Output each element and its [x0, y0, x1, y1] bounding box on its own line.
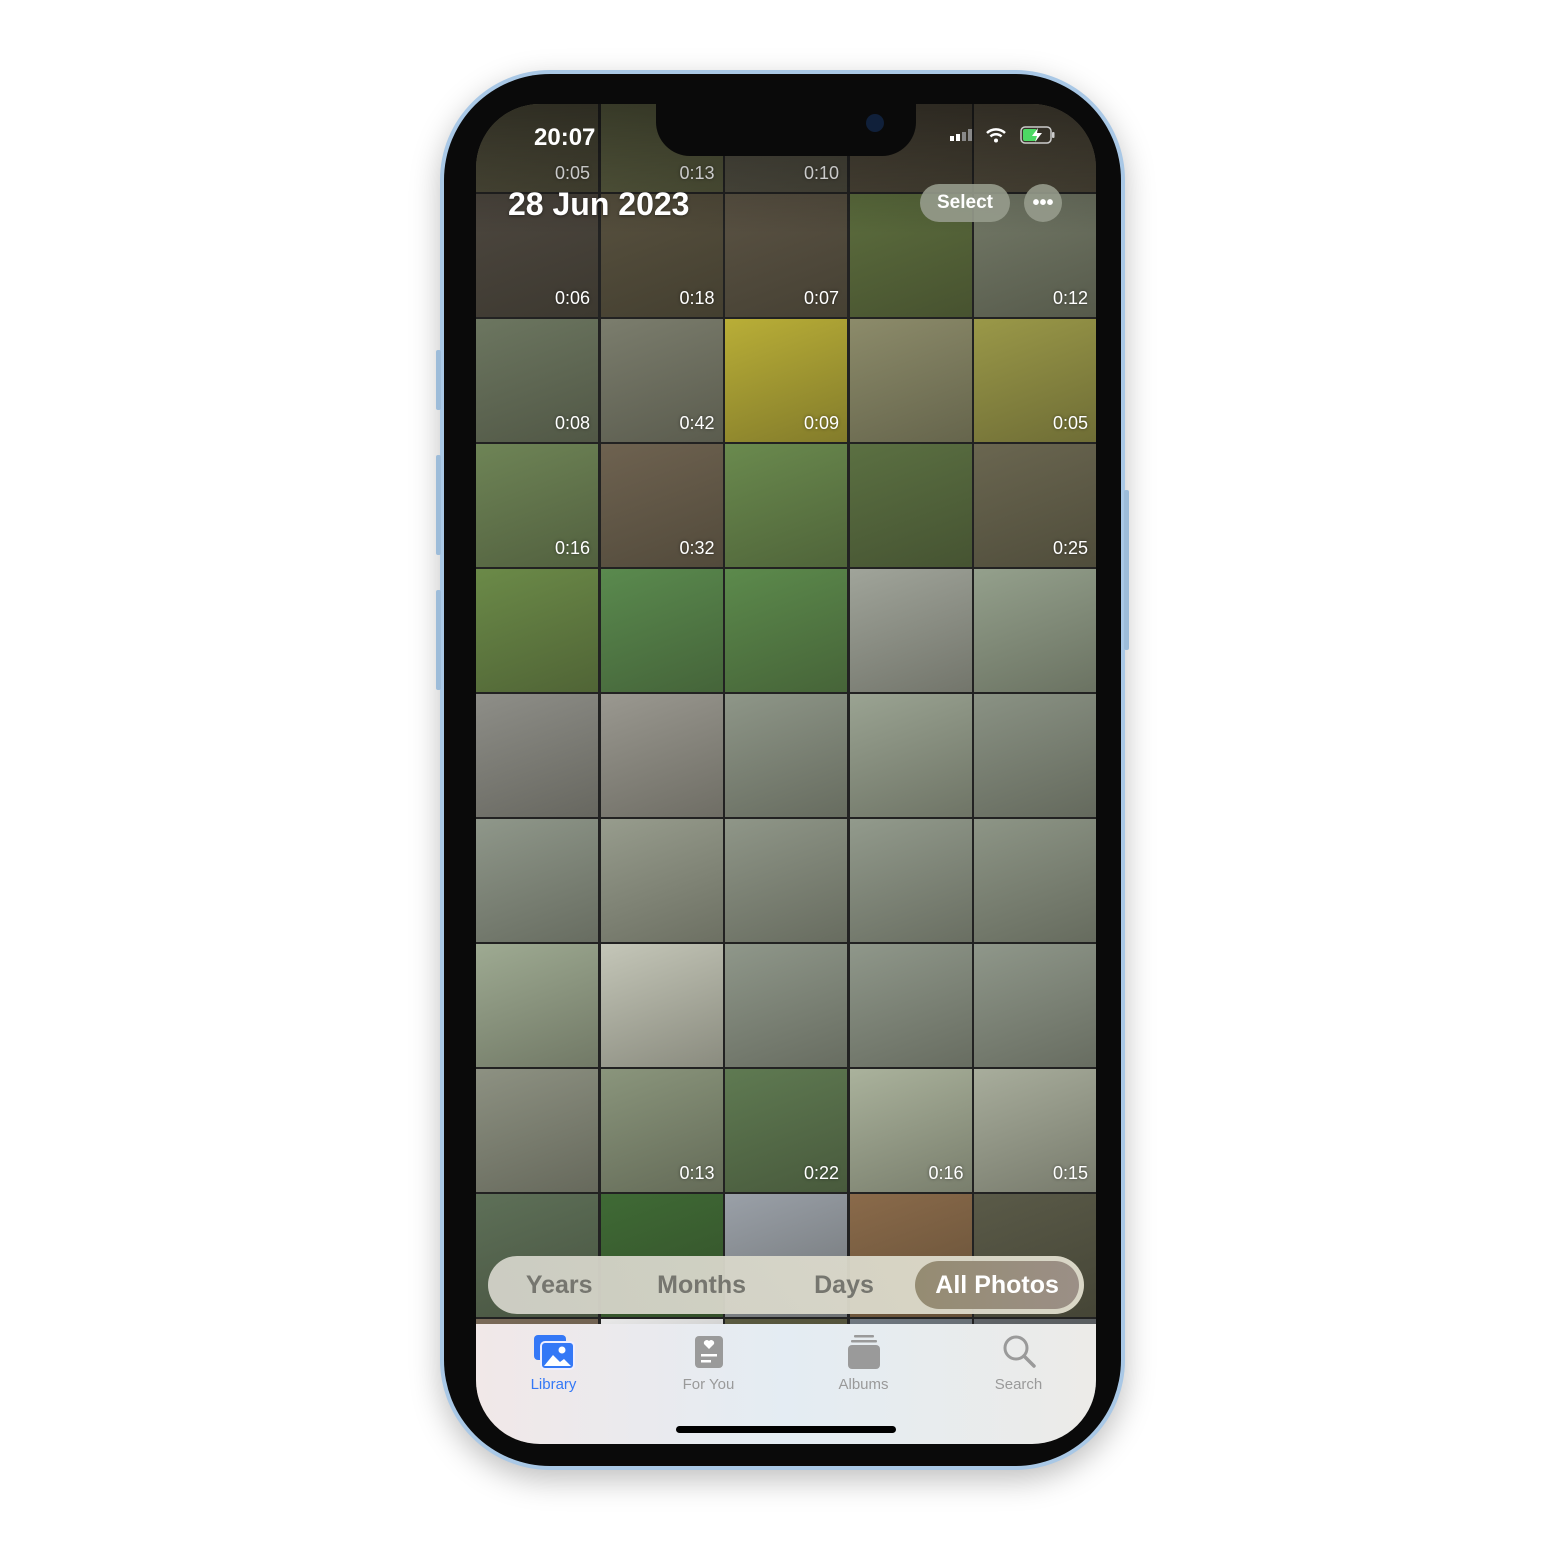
video-thumbnail[interactable]: 0:25 [974, 444, 1096, 567]
tab-label: Library [530, 1376, 577, 1393]
bezel: 0:050:130:100:060:180:070:120:080:420:09… [444, 74, 1121, 1466]
video-thumbnail[interactable]: 0:22 [725, 1069, 847, 1192]
video-thumbnail[interactable]: 0:05 [974, 319, 1096, 442]
video-duration: 0:06 [554, 287, 590, 308]
photo-thumbnail[interactable] [476, 569, 598, 692]
photo-thumbnail[interactable] [974, 819, 1096, 942]
video-duration: 0:18 [679, 287, 715, 308]
video-thumbnail[interactable]: 0:08 [476, 319, 598, 442]
photo-thumbnail[interactable] [600, 569, 723, 692]
grid-row: 0:16 0:32 0:25 [476, 444, 1096, 567]
view-days[interactable]: Days [773, 1271, 915, 1300]
photo-thumbnail[interactable] [476, 944, 598, 1067]
tab-label: Albums [838, 1376, 889, 1393]
cellular-signal-icon [950, 129, 972, 141]
photo-thumbnail[interactable] [725, 444, 847, 567]
home-indicator[interactable] [676, 1426, 896, 1433]
grid-row [476, 944, 1096, 1067]
video-duration: 0:42 [679, 412, 715, 433]
grid-row [476, 819, 1096, 942]
photo-thumbnail[interactable] [849, 819, 972, 942]
photo-thumbnail[interactable] [974, 944, 1096, 1067]
select-button[interactable]: Select [920, 184, 1010, 222]
video-thumbnail[interactable]: 0:15 [974, 1069, 1096, 1192]
mute-switch [436, 350, 441, 410]
status-time: 20:07 [534, 124, 596, 151]
video-duration: 0:08 [554, 412, 590, 433]
status-icons [950, 126, 1056, 144]
photo-thumbnail[interactable] [849, 944, 972, 1067]
view-all-photos[interactable]: All Photos [915, 1261, 1079, 1309]
notch [656, 104, 916, 156]
video-duration: 0:15 [1052, 1162, 1088, 1183]
albums-icon [847, 1335, 880, 1369]
photo-thumbnail[interactable] [849, 444, 972, 567]
view-switcher: Years Months Days All Photos [488, 1256, 1084, 1314]
grid-row [476, 569, 1096, 692]
photo-thumbnail[interactable] [725, 694, 847, 817]
photo-grid: 0:050:130:100:060:180:070:120:080:420:09… [476, 104, 1096, 1444]
volume-up-button [436, 455, 441, 555]
video-thumbnail[interactable]: 0:16 [849, 1069, 972, 1192]
more-options-button[interactable]: ••• [1024, 184, 1062, 222]
video-duration: 0:05 [1052, 412, 1088, 433]
section-date: 28 Jun 2023 [508, 186, 690, 222]
photo-thumbnail[interactable] [974, 694, 1096, 817]
photo-thumbnail[interactable] [725, 944, 847, 1067]
photo-thumbnail[interactable] [600, 944, 723, 1067]
side-button [1124, 490, 1129, 650]
photo-thumbnail[interactable] [725, 819, 847, 942]
photo-thumbnail[interactable] [849, 319, 972, 442]
video-duration: 0:09 [803, 412, 839, 433]
video-duration: 0:13 [679, 1162, 715, 1183]
photo-thumbnail[interactable] [476, 819, 598, 942]
volume-down-button [436, 590, 441, 690]
photo-thumbnail[interactable] [476, 1069, 598, 1192]
phone-frame: 0:050:130:100:060:180:070:120:080:420:09… [436, 70, 1129, 1470]
photo-thumbnail[interactable] [849, 569, 972, 692]
grid-row [476, 694, 1096, 817]
grid-row: 0:13 0:22 0:16 0:15 [476, 1069, 1096, 1192]
video-duration: 0:16 [928, 1162, 964, 1183]
photo-thumbnail[interactable] [600, 819, 723, 942]
video-thumbnail[interactable]: 0:09 [725, 319, 847, 442]
search-icon [1003, 1335, 1036, 1368]
video-duration: 0:12 [1052, 287, 1088, 308]
video-duration: 0:32 [679, 537, 715, 558]
video-thumbnail[interactable]: 0:16 [476, 444, 598, 567]
photo-library-icon [533, 1335, 575, 1370]
tab-library[interactable]: Library [476, 1324, 631, 1444]
wifi-icon [986, 127, 1006, 142]
photo-thumbnail[interactable] [974, 569, 1096, 692]
tab-label: Search [994, 1376, 1043, 1393]
photo-thumbnail[interactable] [849, 694, 972, 817]
photo-thumbnail[interactable] [476, 694, 598, 817]
video-duration: 0:16 [554, 537, 590, 558]
tab-label: For You [682, 1376, 735, 1393]
view-months[interactable]: Months [630, 1271, 772, 1300]
camera [866, 114, 884, 132]
video-thumbnail[interactable]: 0:42 [600, 319, 723, 442]
for-you-icon [694, 1336, 723, 1368]
video-thumbnail[interactable]: 0:13 [600, 1069, 723, 1192]
tab-search[interactable]: Search [941, 1324, 1096, 1444]
video-duration: 0:07 [803, 287, 839, 308]
battery-charging-icon [1020, 126, 1055, 144]
photo-thumbnail[interactable] [725, 569, 847, 692]
photo-thumbnail[interactable] [600, 694, 723, 817]
video-thumbnail[interactable]: 0:32 [600, 444, 723, 567]
video-duration: 0:25 [1052, 537, 1088, 558]
grid-row: 0:08 0:42 0:09 0:05 [476, 319, 1096, 442]
video-duration: 0:22 [803, 1162, 839, 1183]
view-years[interactable]: Years [488, 1271, 630, 1300]
photos-screen: 0:050:130:100:060:180:070:120:080:420:09… [476, 104, 1096, 1444]
